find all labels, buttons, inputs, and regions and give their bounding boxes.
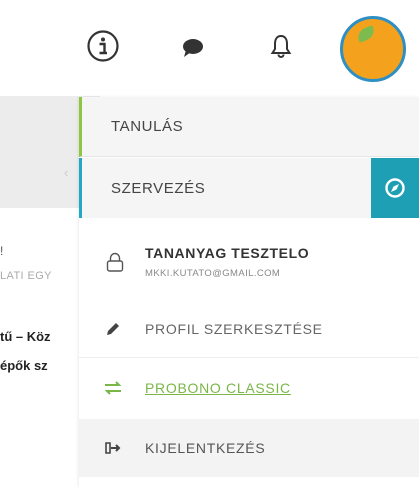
menu-item-profil[interactable]: PROFIL SZERKESZTÉSE	[79, 300, 419, 358]
chat-icon[interactable]	[180, 37, 206, 59]
menu-item-label: KIJELENTKEZÉS	[145, 440, 266, 456]
avatar[interactable]	[340, 16, 406, 82]
pencil-icon	[103, 319, 123, 339]
menu-category-tanulas[interactable]: TANULÁS	[79, 97, 419, 157]
swap-arrows-icon	[103, 378, 123, 398]
user-info: TANANYAG TESZTELO MKKI.KUTATO@GMAIL.COM	[79, 223, 419, 297]
background-subtitle: LATI EGY	[0, 270, 52, 282]
compass-icon[interactable]	[371, 158, 419, 218]
user-email: MKKI.KUTATO@GMAIL.COM	[145, 268, 281, 279]
menu-item-label[interactable]: PROBONO CLASSIC	[145, 380, 291, 396]
user-dropdown-menu: TANULÁS SZERVEZÉS TANANYAG TESZTELO MKKI…	[79, 97, 419, 487]
menu-category-label: TANULÁS	[111, 118, 184, 135]
menu-category-szervezes[interactable]: SZERVEZÉS	[79, 158, 419, 218]
top-bar	[0, 0, 419, 96]
background-text: !	[0, 244, 4, 258]
chevron-left-icon[interactable]: ‹	[64, 166, 74, 180]
lock-icon	[106, 251, 124, 273]
menu-item-label: PROFIL SZERKESZTÉSE	[145, 320, 323, 337]
menu-item-probono[interactable]: PROBONO CLASSIC	[79, 359, 419, 417]
logout-icon	[103, 438, 123, 458]
info-icon[interactable]	[86, 29, 120, 63]
avatar-leaf-icon	[355, 25, 377, 43]
menu-category-label: SZERVEZÉS	[111, 179, 206, 197]
background-title-line2[interactable]: épők sz	[0, 358, 90, 373]
background-title-line1[interactable]: tű – Köz	[0, 329, 90, 344]
user-name: TANANYAG TESZTELO	[145, 245, 310, 261]
menu-item-logout[interactable]: KIJELENTKEZÉS	[79, 419, 419, 477]
bell-icon[interactable]	[267, 32, 295, 60]
